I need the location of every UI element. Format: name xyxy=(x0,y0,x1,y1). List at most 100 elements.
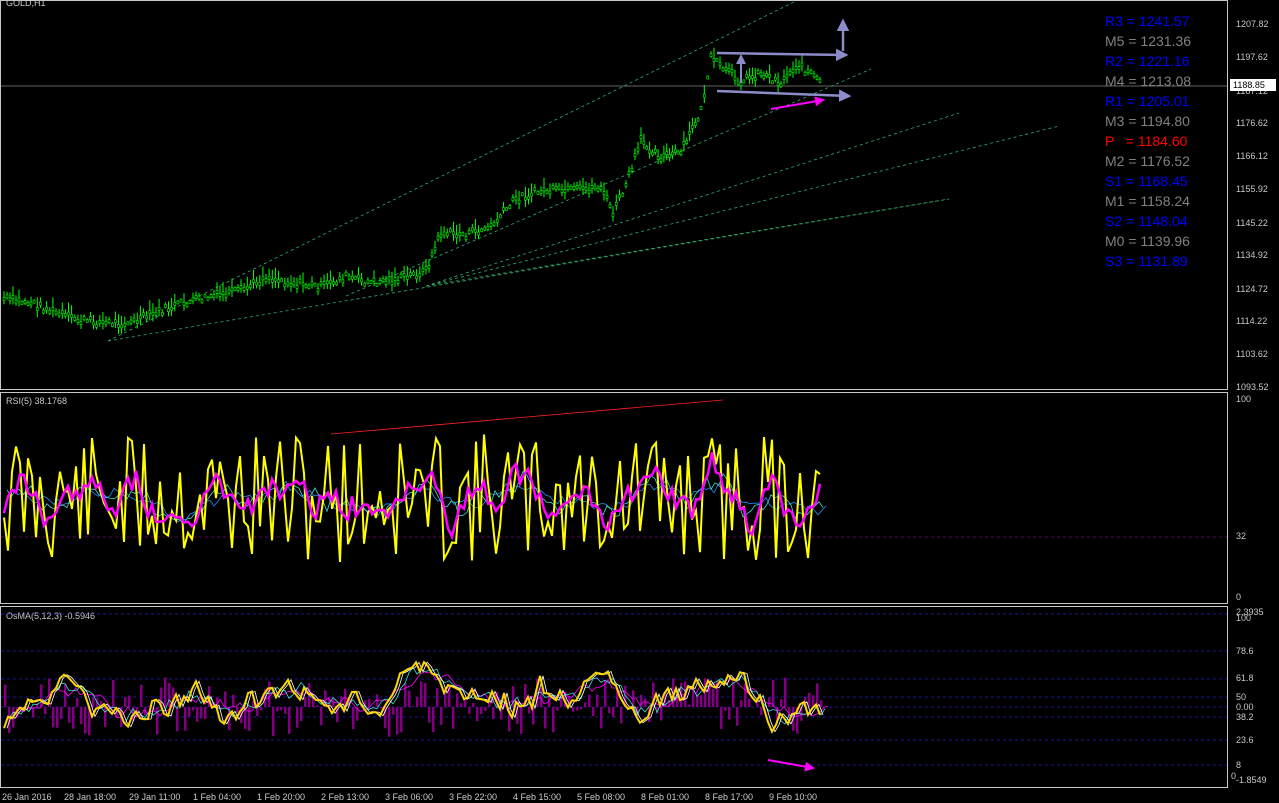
candle-body xyxy=(170,306,173,311)
osma-indicator-pane[interactable]: OsMA(5,12,3) -0.5946 xyxy=(0,606,1228,788)
candle-body xyxy=(79,321,83,325)
osma-bar xyxy=(68,707,71,723)
candle-body xyxy=(236,287,240,291)
candle-body xyxy=(736,80,740,85)
candle-body xyxy=(548,190,552,195)
candle-body xyxy=(776,82,780,86)
osma-axis-tick: 50 xyxy=(1236,692,1247,702)
candle-body xyxy=(614,202,618,206)
osma-bar xyxy=(780,699,783,707)
candle-body xyxy=(396,279,400,284)
trendline xyxy=(107,1,797,342)
time-tick: 8 Feb 01:00 xyxy=(641,792,690,802)
candle-body xyxy=(633,153,637,157)
osma-bar xyxy=(620,707,623,724)
pivot-m3: M3 = 1194.80 xyxy=(1105,113,1190,129)
time-tick: 5 Feb 08:00 xyxy=(577,792,626,802)
candle-body xyxy=(662,153,666,158)
candle-body xyxy=(89,316,92,320)
candle-body xyxy=(255,281,258,286)
candle-body xyxy=(618,194,621,199)
osma-canvas xyxy=(1,613,1227,772)
candle-body xyxy=(145,315,148,320)
osma-bar xyxy=(808,692,811,707)
osma-bar xyxy=(332,698,335,707)
price-chart-pane[interactable]: GOLD,H1 xyxy=(0,0,1228,390)
osma-bar xyxy=(588,694,591,707)
osma-bar xyxy=(432,707,435,733)
candle-body xyxy=(724,67,728,71)
candle-body xyxy=(730,69,734,73)
time-tick: 3 Feb 06:00 xyxy=(385,792,434,802)
pivot-p: P = 1184.60 xyxy=(1105,133,1188,149)
candle-body xyxy=(117,324,120,328)
candle-body xyxy=(167,308,170,313)
candle-body xyxy=(412,271,415,276)
candle-body xyxy=(393,277,397,281)
rsi-indicator-pane[interactable]: RSI(5) 38.1768 xyxy=(0,392,1228,604)
osma-bar xyxy=(92,697,95,707)
price-tick: 1155.92 xyxy=(1236,184,1268,194)
candle-body xyxy=(387,276,391,281)
candle-body xyxy=(29,301,33,306)
osma-bar xyxy=(104,707,107,727)
pivot-m2: M2 = 1176.52 xyxy=(1105,153,1190,169)
osma-bar xyxy=(612,707,615,718)
candle-body xyxy=(173,302,177,306)
rsi-axis-tick: 0 xyxy=(1236,592,1242,602)
candle-body xyxy=(280,278,283,283)
candle-body xyxy=(442,231,446,236)
candle-body xyxy=(252,279,255,283)
osma-bar xyxy=(236,707,239,713)
candle-body xyxy=(748,75,751,80)
candle-body xyxy=(151,312,155,316)
candle-body xyxy=(360,278,363,283)
osma-bar xyxy=(528,707,531,714)
candle-body xyxy=(11,295,15,299)
candle-body xyxy=(8,297,12,302)
osma-bar xyxy=(4,684,7,707)
osma-bar xyxy=(64,683,67,707)
time-tick: 29 Jan 11:00 xyxy=(129,792,181,802)
candle-body xyxy=(768,74,771,78)
candle-body xyxy=(142,312,145,316)
osma-bar xyxy=(260,707,263,711)
time-tick: 1 Feb 20:00 xyxy=(257,792,306,802)
candle-body xyxy=(542,187,546,192)
candle-body xyxy=(264,278,268,282)
osma-bar xyxy=(492,707,495,719)
osma-axis-tick: 38.2 xyxy=(1236,712,1254,722)
candle-body xyxy=(636,147,640,152)
candle-body xyxy=(114,319,117,324)
osma-bar xyxy=(660,707,663,721)
candle-body xyxy=(815,76,819,80)
price-tick: 1197.62 xyxy=(1236,52,1268,62)
time-tick: 3 Feb 22:00 xyxy=(449,792,498,802)
candle-body xyxy=(161,312,164,316)
osma-bar xyxy=(200,707,203,719)
candle-body xyxy=(624,183,628,187)
candle-body xyxy=(514,196,518,201)
candle-body xyxy=(651,151,654,156)
price-tick: 1114.22 xyxy=(1236,316,1268,326)
candle-body xyxy=(803,71,807,76)
candle-body xyxy=(350,275,354,280)
osma-bar xyxy=(392,707,395,715)
candle-body xyxy=(267,275,271,280)
pivot-r2: R2 = 1221.16 xyxy=(1105,53,1190,69)
osma-bar xyxy=(188,707,191,717)
candle-body xyxy=(445,232,449,237)
candle-body xyxy=(797,66,801,70)
candle-body xyxy=(527,196,530,200)
osma-bar xyxy=(644,698,647,707)
candle-body xyxy=(224,293,228,298)
candle-body xyxy=(706,75,710,80)
osma-bar xyxy=(420,681,423,707)
candle-body xyxy=(433,246,437,251)
candle-body xyxy=(773,76,777,81)
candle-body xyxy=(5,294,9,299)
candle-body xyxy=(788,70,792,75)
candle-body xyxy=(120,324,123,329)
candle-body xyxy=(765,73,769,77)
osma-bar xyxy=(520,707,523,734)
